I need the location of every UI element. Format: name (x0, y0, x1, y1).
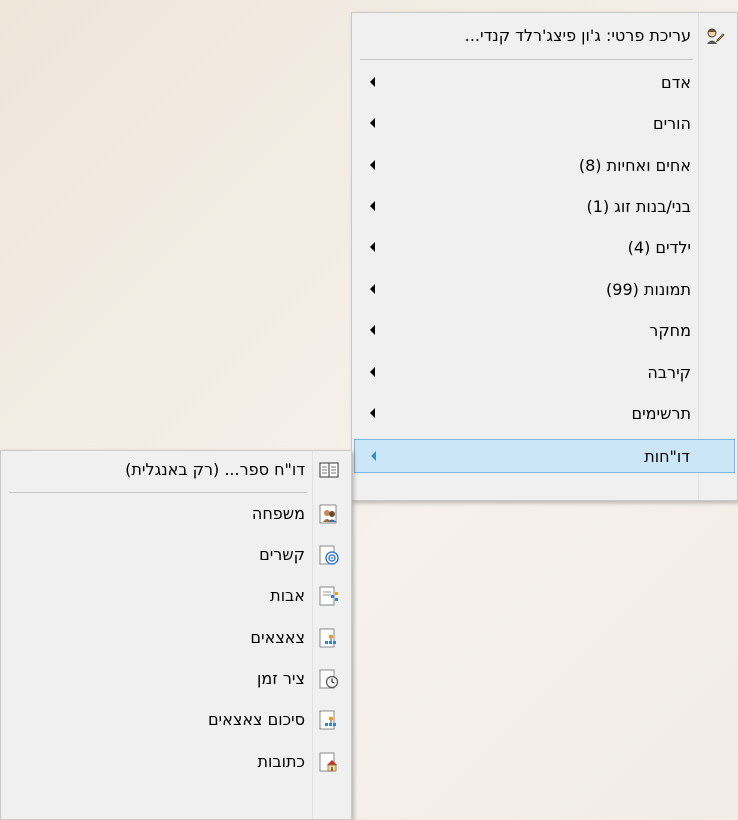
menu-item-label: עריכת פרטי: ג'ון פיצג'רלד קנדי... (464, 26, 691, 45)
menu-item-research[interactable]: מחקר (354, 314, 735, 348)
menu-item-label: אדם (660, 73, 691, 92)
menu-item-descendants-summary-report[interactable]: סיכום צאצאים (3, 703, 349, 737)
descendants-summary-icon (319, 710, 336, 730)
menu-item-label: אבות (270, 586, 305, 605)
menu-item-edit-person[interactable]: עריכת פרטי: ג'ון פיצג'רלד קנדי... (354, 19, 735, 53)
menu-item-label: אחים ואחיות (8) (578, 156, 691, 175)
menu-separator (360, 59, 693, 60)
menu-item-relationships-report[interactable]: קשרים (3, 538, 349, 572)
menu-item-siblings[interactable]: אחים ואחיות (8) (354, 149, 735, 183)
relationship-report-icon (319, 545, 339, 565)
timeline-report-icon (319, 669, 339, 689)
menu-item-timeline-report[interactable]: ציר זמן (3, 662, 349, 696)
menu-item-label: ילדים (4) (627, 238, 691, 257)
menu-item-descendants-report[interactable]: צאצאים (3, 621, 349, 655)
submenu-arrow-icon (370, 242, 375, 252)
menu-separator (9, 492, 307, 493)
menu-item-label: תמונות (99) (606, 280, 691, 299)
context-menu: עריכת פרטי: ג'ון פיצג'רלד קנדי... אדם הו… (351, 12, 738, 501)
menu-item-label: קשרים (259, 545, 305, 564)
ancestors-report-icon (319, 586, 338, 606)
menu-item-family-report[interactable]: משפחה (3, 497, 349, 531)
menu-item-label: משפחה (251, 504, 305, 523)
person-edit-icon (707, 28, 725, 44)
menu-item-ancestors-report[interactable]: אבות (3, 579, 349, 613)
menu-item-label: סיכום צאצאים (207, 710, 305, 729)
descendants-report-icon (319, 628, 336, 648)
reports-submenu: דו"ח ספר... (רק באנגלית) משפחה קשרים אבו… (0, 450, 352, 820)
submenu-arrow-icon (370, 367, 375, 377)
menu-item-addresses-report[interactable]: כתובות (3, 745, 349, 779)
book-icon (319, 462, 339, 478)
menu-item-label: תרשימים (631, 404, 691, 423)
menu-item-relationship[interactable]: קירבה (354, 356, 735, 390)
menu-item-label: כתובות (257, 752, 305, 771)
submenu-arrow-icon (370, 160, 375, 170)
menu-item-children[interactable]: ילדים (4) (354, 231, 735, 265)
menu-item-parents[interactable]: הורים (354, 107, 735, 141)
menu-item-label: צאצאים (250, 628, 305, 647)
menu-item-photos[interactable]: תמונות (99) (354, 273, 735, 307)
family-report-icon (319, 504, 337, 524)
submenu-arrow-icon (371, 451, 376, 461)
submenu-arrow-icon (370, 118, 375, 128)
addresses-report-icon (319, 752, 337, 772)
submenu-arrow-icon (370, 201, 375, 211)
submenu-arrow-icon (370, 408, 375, 418)
menu-item-label: הורים (652, 114, 691, 133)
menu-item-label: בני/בנות זוג (1) (586, 197, 692, 216)
menu-item-person[interactable]: אדם (354, 66, 735, 100)
menu-item-label: מחקר (649, 321, 691, 340)
menu-item-label: דו"ח ספר... (רק באנגלית) (125, 460, 305, 479)
menu-item-label: קירבה (647, 363, 691, 382)
submenu-arrow-icon (370, 325, 375, 335)
menu-item-spouses[interactable]: בני/בנות זוג (1) (354, 190, 735, 224)
menu-item-book-report[interactable]: דו"ח ספר... (רק באנגלית) (3, 453, 349, 487)
menu-item-label: דו"חות (644, 447, 690, 466)
submenu-arrow-icon (370, 284, 375, 294)
menu-item-charts[interactable]: תרשימים (354, 397, 735, 431)
submenu-arrow-icon (370, 77, 375, 87)
menu-item-label: ציר זמן (257, 669, 305, 688)
menu-item-reports[interactable]: דו"חות (354, 439, 735, 473)
